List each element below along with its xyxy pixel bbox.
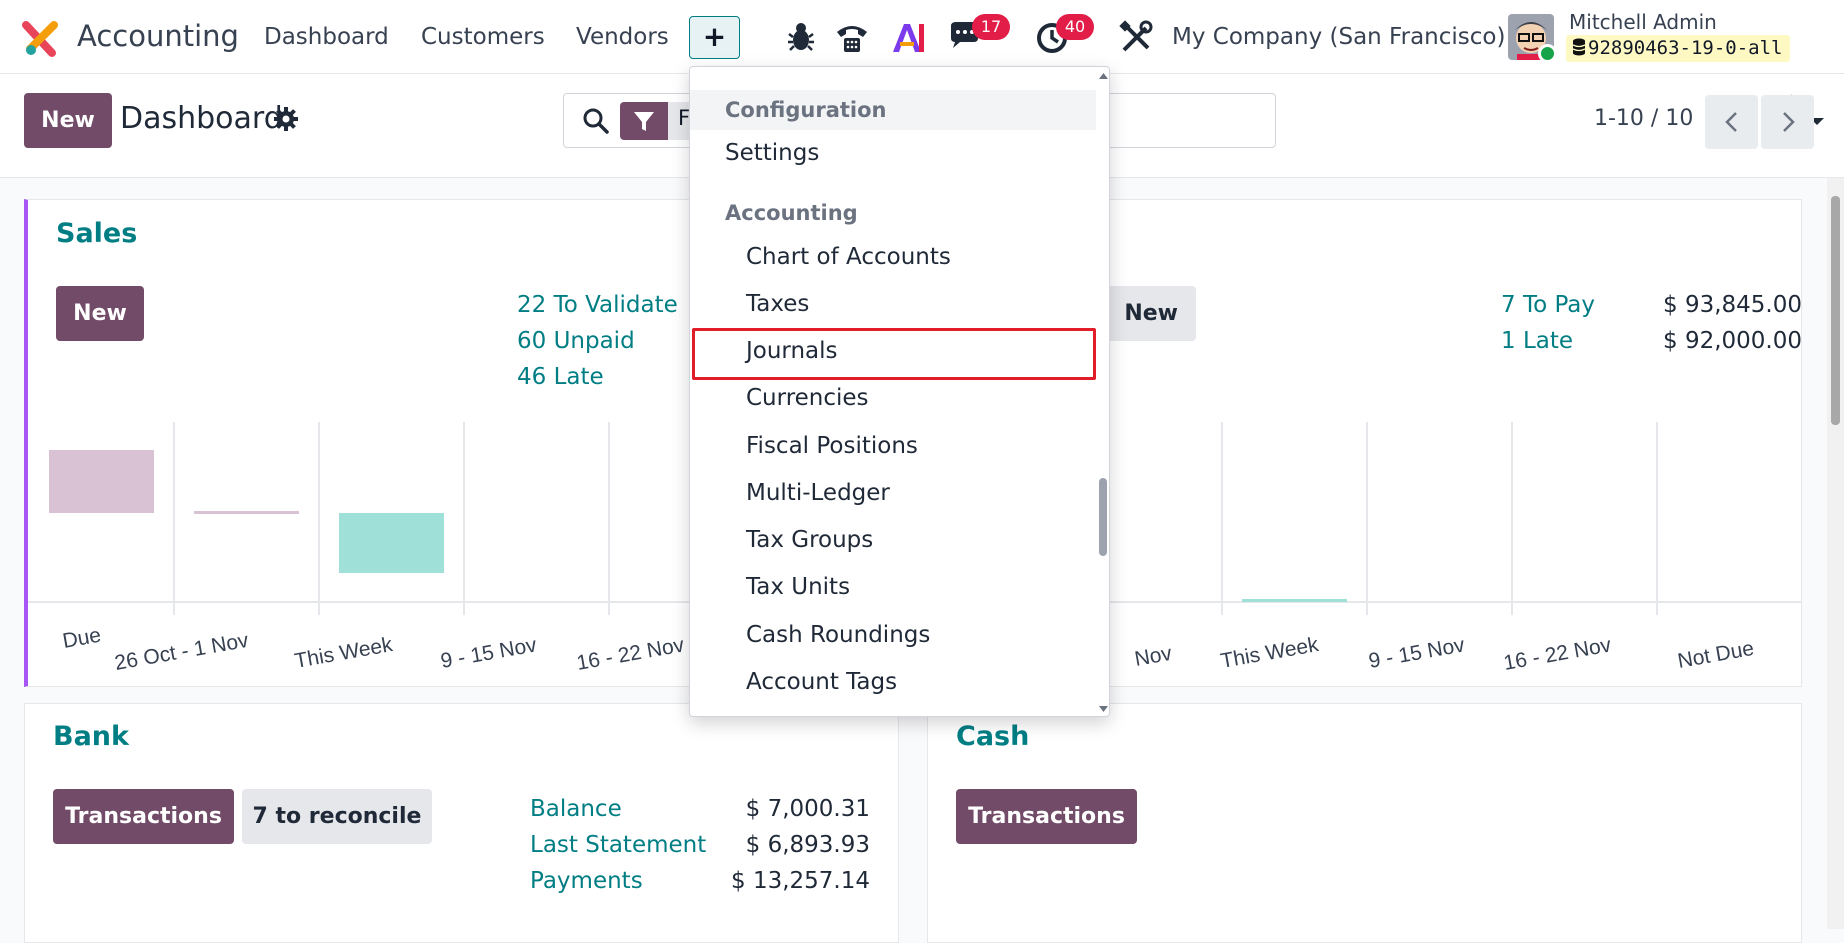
tools-icon[interactable] (1118, 18, 1154, 56)
menu-item-multi-ledger[interactable]: Multi-Ledger (746, 480, 890, 506)
page-scrollbar-thumb[interactable] (1831, 196, 1840, 425)
menu-item-chart-of-accounts[interactable]: Chart of Accounts (746, 244, 951, 270)
company-switcher[interactable]: My Company (San Francisco) (1172, 24, 1505, 50)
sales-unpaid-link[interactable]: 60 Unpaid (517, 328, 635, 354)
bank-balance-amount: $ 7,000.31 (745, 796, 870, 822)
bank-payments-amount: $ 13,257.14 (731, 868, 870, 894)
user-name[interactable]: Mitchell Admin (1569, 10, 1717, 34)
dropdown-scrollbar-thumb[interactable] (1099, 478, 1107, 556)
purchases-xlabel-0: Nov (1133, 642, 1174, 671)
purchases-to-pay-amount: $ 93,845.00 (1663, 292, 1802, 318)
purchases-xlabel-4: Not Due (1676, 637, 1756, 673)
purchases-late-link[interactable]: 1 Late (1501, 328, 1573, 354)
sales-bar-26-oct[interactable] (194, 511, 299, 514)
menu-dashboard[interactable]: Dashboard (264, 24, 389, 50)
purchases-xlabel-3: 16 - 22 Nov (1502, 633, 1613, 675)
sales-bar-chart: Due 26 Oct - 1 Nov This Week 9 - 15 Nov … (28, 422, 728, 675)
bank-title[interactable]: Bank (53, 721, 129, 752)
ai-icon[interactable] (890, 18, 926, 56)
menu-item-settings[interactable]: Settings (725, 140, 819, 166)
dropdown-header-accounting: Accounting (725, 201, 858, 225)
dropdown-scroll-arrows (1099, 73, 1108, 712)
app-name[interactable]: Accounting (77, 19, 239, 53)
menu-item-tax-units[interactable]: Tax Units (746, 574, 850, 600)
debug-bug-icon[interactable] (783, 18, 819, 56)
menu-item-fiscal-positions[interactable]: Fiscal Positions (746, 433, 918, 459)
filter-icon (634, 112, 654, 131)
menu-item-journals[interactable]: Journals (746, 338, 838, 364)
configuration-dropdown: Configuration Settings Accounting Chart … (689, 66, 1110, 717)
menu-item-account-tags[interactable]: Account Tags (746, 669, 897, 695)
database-name: 92890463-19-0-all (1588, 37, 1783, 59)
purchases-xlabel-1: This Week (1219, 633, 1321, 673)
sales-late-link[interactable]: 46 Late (517, 364, 604, 390)
messages-badge: 17 (972, 14, 1010, 40)
sales-bar-due[interactable] (49, 450, 154, 513)
sales-xlabel-3: 9 - 15 Nov (439, 633, 539, 673)
bank-transactions-button[interactable]: Transactions (53, 789, 234, 844)
cash-transactions-button[interactable]: Transactions (956, 789, 1137, 844)
more-menu-button[interactable]: + (689, 16, 740, 59)
pager-value[interactable]: 1-10 / 10 (1594, 106, 1693, 131)
sales-xlabel-2: This Week (293, 633, 395, 673)
menu-item-tax-groups[interactable]: Tax Groups (746, 527, 873, 553)
bank-balance-label[interactable]: Balance (530, 796, 622, 822)
filter-facet[interactable] (620, 102, 668, 140)
purchases-xlabel-2: 9 - 15 Nov (1367, 633, 1467, 673)
activities-badge: 40 (1056, 14, 1094, 40)
sales-xlabel-0: Due (61, 624, 103, 653)
menu-vendors[interactable]: Vendors (576, 24, 669, 50)
bank-reconcile-button[interactable]: 7 to reconcile (242, 789, 432, 844)
menu-customers[interactable]: Customers (421, 24, 545, 50)
sales-xlabel-1: 26 Oct - 1 Nov (113, 629, 251, 675)
sales-bar-this-week[interactable] (339, 513, 444, 573)
purchases-to-pay-link[interactable]: 7 To Pay (1501, 292, 1595, 318)
database-badge: 92890463-19-0-all (1566, 35, 1791, 62)
chevron-right-icon (1783, 112, 1795, 132)
cash-journal-card: Cash Transactions (927, 703, 1802, 943)
purchases-bar-this-week[interactable] (1242, 599, 1347, 602)
page-title: Dashboard (120, 101, 283, 136)
phone-icon[interactable] (834, 18, 870, 56)
sales-title[interactable]: Sales (56, 218, 137, 249)
sales-new-button[interactable]: New (56, 286, 144, 341)
cash-title[interactable]: Cash (956, 721, 1029, 752)
top-navbar: Accounting Dashboard Customers Vendors +… (0, 0, 1844, 74)
dropdown-scrollbar[interactable] (1096, 67, 1109, 716)
bank-payments-label[interactable]: Payments (530, 868, 643, 894)
purchases-bar-chart: Nov This Week 9 - 15 Nov 16 - 22 Nov Not… (1108, 422, 1802, 675)
search-icon[interactable] (582, 107, 610, 135)
bank-last-statement-label[interactable]: Last Statement (530, 832, 706, 858)
new-button[interactable]: New (24, 93, 112, 148)
bank-journal-card: Bank Transactions 7 to reconcile Balance… (24, 703, 899, 943)
dropdown-header-configuration: Configuration (725, 98, 887, 122)
menu-item-cash-roundings[interactable]: Cash Roundings (746, 622, 930, 648)
sales-to-validate-link[interactable]: 22 To Validate (517, 292, 678, 318)
database-icon (1572, 38, 1586, 56)
accounting-app-icon[interactable] (22, 19, 60, 57)
pager-previous-button[interactable] (1705, 95, 1758, 149)
purchases-late-amount: $ 92,000.00 (1663, 328, 1802, 354)
menu-item-currencies[interactable]: Currencies (746, 385, 869, 411)
online-status-icon (1538, 44, 1557, 63)
chevron-left-icon (1725, 112, 1737, 132)
pager-next-button[interactable] (1761, 95, 1814, 149)
menu-item-taxes[interactable]: Taxes (746, 291, 809, 317)
sales-xlabel-4: 16 - 22 Nov (575, 633, 686, 675)
gear-icon[interactable] (273, 106, 299, 132)
bank-last-statement-amount: $ 6,893.93 (745, 832, 870, 858)
